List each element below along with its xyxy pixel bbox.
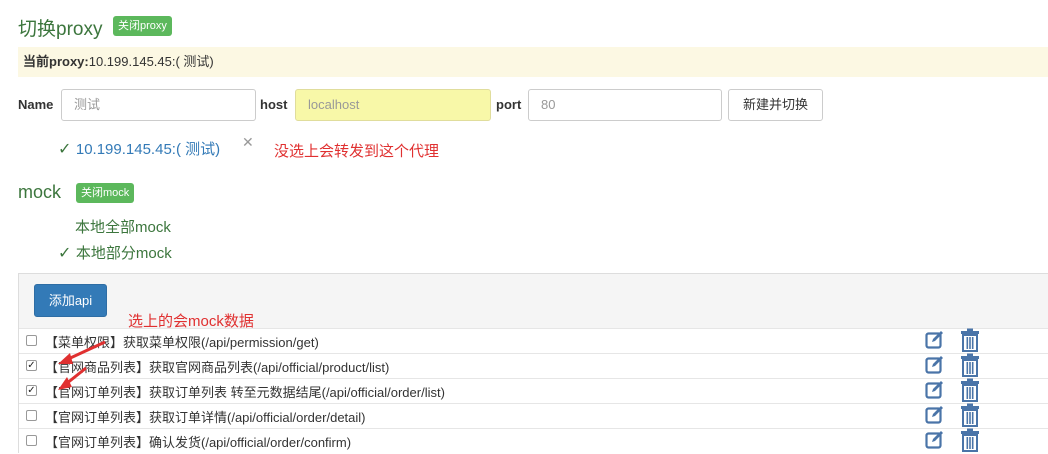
api-checkbox[interactable] — [26, 335, 37, 346]
mock-option-all[interactable]: 本地全部mock — [75, 216, 171, 237]
proxy-annotation: 没选上会转发到这个代理 — [274, 143, 440, 160]
proxy-item-label[interactable]: 10.199.145.45:( 测试) — [76, 141, 220, 158]
api-row: ✓ 【官网商品列表】获取官网商品列表(/api/official/product… — [19, 353, 1048, 379]
trash-icon[interactable] — [960, 403, 980, 427]
mock-option-partial[interactable]: ✓ 本地部分mock — [58, 242, 172, 263]
trash-icon[interactable] — [960, 353, 980, 377]
mock-section-title: mock — [18, 182, 62, 202]
edit-icon[interactable] — [925, 329, 945, 351]
annotation-arrow-icon — [58, 366, 87, 390]
api-row: ✓ 【官网订单列表】获取订单列表 转至元数据结尾(/api/official/o… — [19, 378, 1048, 404]
api-label: 【官网订单列表】确认发货(/api/official/order/confirm… — [45, 435, 352, 450]
add-api-button[interactable]: 添加api — [34, 284, 107, 317]
current-proxy-value: 10.199.145.45:( 测试) — [88, 54, 214, 69]
api-row: 【官网订单列表】确认发货(/api/official/order/confirm… — [19, 428, 1048, 454]
check-icon: ✓ — [58, 141, 72, 158]
edit-icon[interactable] — [925, 429, 945, 451]
current-proxy-label: 当前proxy: — [23, 54, 89, 69]
name-label: Name — [18, 97, 54, 112]
api-checkbox[interactable] — [26, 410, 37, 421]
proxy-list-item[interactable]: ✓ 10.199.145.45:( 测试) — [58, 138, 220, 159]
host-label: host — [260, 97, 288, 112]
host-input[interactable]: localhost — [295, 89, 491, 121]
api-checkbox[interactable]: ✓ — [26, 360, 37, 371]
proxy-section-title: 切换proxy — [18, 19, 103, 40]
api-checkbox[interactable] — [26, 435, 37, 446]
edit-icon[interactable] — [925, 404, 945, 426]
check-icon: ✓ — [58, 245, 72, 262]
api-checkbox[interactable]: ✓ — [26, 385, 37, 396]
trash-icon[interactable] — [960, 428, 980, 452]
trash-icon[interactable] — [960, 328, 980, 352]
api-row: 【菜单权限】获取菜单权限(/api/permission/get) — [19, 328, 1048, 354]
mock-option-partial-label: 本地部分mock — [75, 245, 172, 262]
port-label: port — [496, 97, 522, 112]
current-proxy-bar: 当前proxy:10.199.145.45:( 测试) — [18, 47, 1048, 77]
close-mock-toggle[interactable]: 关闭mock — [76, 183, 135, 203]
edit-icon[interactable] — [925, 379, 945, 401]
close-proxy-toggle[interactable]: 关闭proxy — [113, 16, 172, 36]
name-input[interactable]: 测试 — [61, 89, 256, 121]
port-input[interactable]: 80 — [528, 89, 722, 121]
trash-icon[interactable] — [960, 378, 980, 402]
create-and-switch-button[interactable]: 新建并切换 — [728, 89, 823, 121]
close-icon[interactable]: ✕ — [242, 134, 254, 151]
edit-icon[interactable] — [925, 354, 945, 376]
api-row: 【官网订单列表】获取订单详情(/api/official/order/detai… — [19, 403, 1048, 429]
